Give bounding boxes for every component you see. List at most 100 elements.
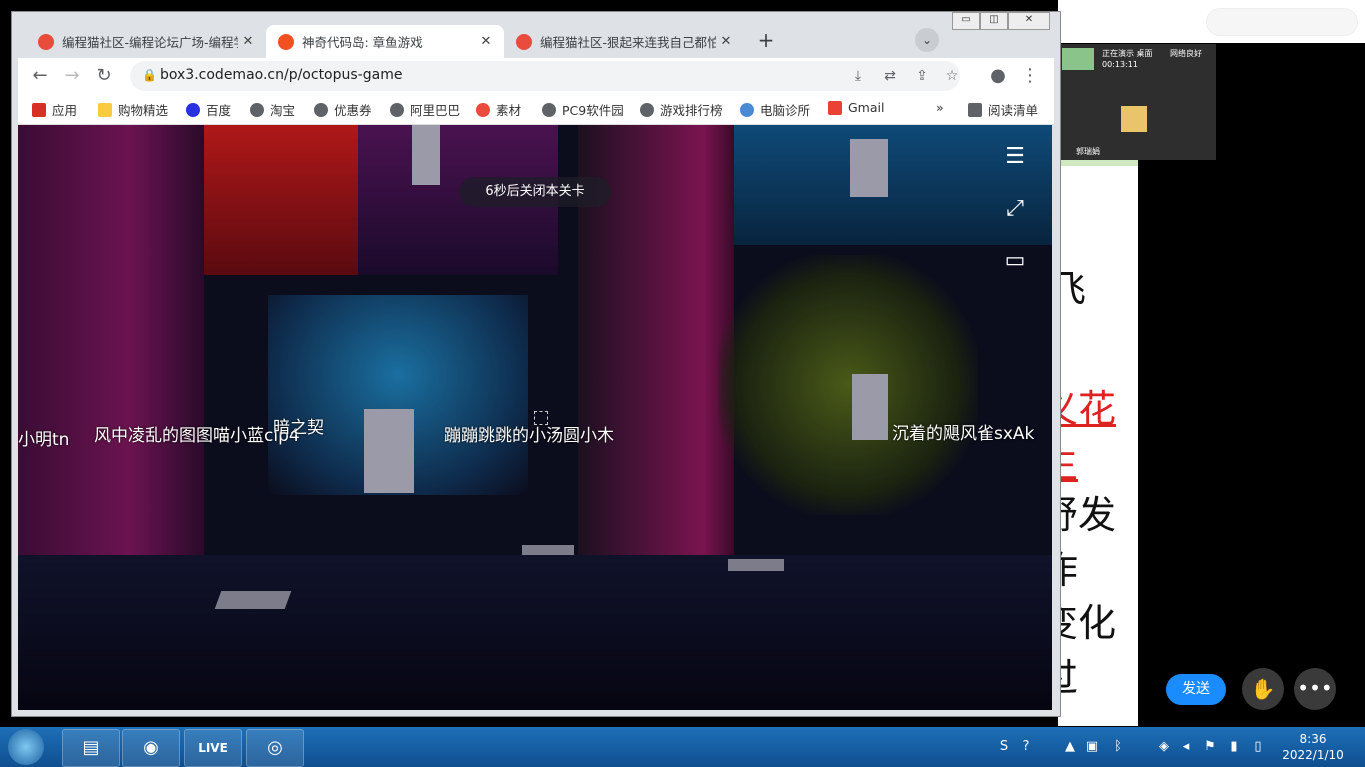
share-icon[interactable]: ⇪: [912, 66, 932, 86]
player-name: 暗之契: [273, 418, 324, 438]
new-tab-button[interactable]: +: [754, 29, 778, 53]
folder-icon: [98, 102, 112, 117]
forward-button[interactable]: →: [58, 62, 86, 90]
menu-icon[interactable]: ⋮: [1016, 62, 1044, 90]
sogou-icon[interactable]: S: [996, 739, 1012, 755]
presented-document: 飞 义花生 舒发作 变化过: [1040, 160, 1138, 726]
clock-date: 2022/1/10: [1282, 748, 1344, 762]
codemao-icon: [38, 33, 54, 50]
player-name: 沉着的飓风雀sxAk: [892, 424, 1035, 444]
presenter-name: 郭瑞娟: [1076, 147, 1100, 156]
player-name: 风中凌乱的图图喵小蓝clp4: [94, 426, 300, 446]
browser-toolbar: ← → ↻ 🔒 box3.codemao.cn/p/octopus-game ⤓…: [18, 58, 1054, 94]
wechat-icon[interactable]: ◉: [122, 729, 180, 767]
bookmark-taobao[interactable]: 淘宝: [250, 100, 295, 119]
scenery-floor-tile: [728, 559, 784, 571]
bookmark-pc9[interactable]: PC9软件园: [542, 100, 624, 119]
codemao-icon: [516, 33, 532, 50]
more-options-button[interactable]: •••: [1294, 668, 1336, 710]
tray-expand-icon[interactable]: ▲: [1062, 739, 1078, 755]
fullscreen-icon[interactable]: ⤢: [1001, 195, 1029, 223]
scenery-door: [850, 139, 888, 197]
security-icon[interactable]: ◈: [1156, 739, 1172, 755]
battery-icon[interactable]: ▯: [1250, 739, 1266, 755]
scenery-door: [364, 409, 414, 493]
gmail-icon: [828, 100, 842, 115]
tab-octopus-game[interactable]: 神奇代码岛: 章鱼游戏 ✕: [266, 25, 504, 58]
volume-icon[interactable]: ◂: [1178, 739, 1194, 755]
back-button[interactable]: ←: [26, 62, 54, 90]
bookmark-pc-clinic[interactable]: 电脑诊所: [740, 100, 810, 119]
globe-icon: [640, 102, 654, 117]
star-icon[interactable]: ☆: [942, 66, 962, 86]
clock-time: 8:36: [1299, 732, 1327, 746]
globe-icon: [390, 102, 404, 117]
scenery-door: [412, 125, 440, 185]
live-app-icon[interactable]: LIVE: [184, 729, 242, 767]
player-name: 蹦蹦跳跳的小汤圆小木: [444, 426, 614, 446]
globe-icon: [314, 102, 328, 117]
meeting-timer: 00:13:11: [1102, 60, 1138, 69]
bookmark-materials[interactable]: 素材: [476, 100, 521, 119]
chat-icon[interactable]: ▭: [1001, 247, 1029, 275]
globe-icon: [250, 102, 264, 117]
printer-icon[interactable]: ▣: [1084, 739, 1100, 755]
bookmark-shopping[interactable]: 购物精选: [98, 100, 168, 119]
scenery-floor-tile: [522, 545, 574, 555]
minimize-button[interactable]: ▭: [952, 12, 980, 30]
bookmarks-overflow-button[interactable]: »: [936, 100, 944, 115]
bluetooth-icon[interactable]: ᛒ: [1110, 739, 1126, 755]
level-close-toast: 6秒后关闭本关卡: [459, 177, 611, 207]
browser-window: 编程猫社区-编程论坛广场-编程学 ✕ 神奇代码岛: 章鱼游戏 ✕ 编程猫社区-狠…: [11, 11, 1061, 717]
explorer-icon[interactable]: ▤: [62, 729, 120, 767]
globe-icon: [542, 102, 556, 117]
install-icon[interactable]: ⤓: [848, 66, 868, 86]
scenery-floor: [18, 555, 1052, 710]
tab-codemao-post[interactable]: 编程猫社区-狠起来连我自己都怕 ✕: [504, 25, 744, 58]
help-icon[interactable]: ?: [1018, 739, 1034, 755]
bookmark-gmail[interactable]: Gmail: [828, 100, 884, 115]
tab-title: 编程猫社区-狠起来连我自己都怕: [540, 35, 716, 50]
flag-icon[interactable]: ⚑: [1202, 739, 1218, 755]
close-window-button[interactable]: ✕: [1008, 12, 1050, 30]
raise-hand-button[interactable]: ✋: [1242, 668, 1284, 710]
scenery-door: [852, 374, 888, 440]
close-tab-icon[interactable]: ✕: [716, 34, 736, 49]
meeting-toolbar-pill[interactable]: [1206, 8, 1358, 36]
system-clock[interactable]: 8:36 2022/1/10: [1278, 731, 1348, 763]
close-tab-icon[interactable]: ✕: [476, 34, 496, 49]
profile-icon[interactable]: ●: [984, 62, 1012, 90]
codemao-icon: [476, 102, 490, 117]
url-text[interactable]: box3.codemao.cn/p/octopus-game: [160, 67, 402, 83]
network-icon[interactable]: ▮: [1226, 739, 1242, 755]
baidu-icon: [186, 102, 200, 117]
start-button[interactable]: [8, 729, 44, 765]
bookmark-apps[interactable]: 应用: [32, 100, 77, 119]
reading-list-button[interactable]: 阅读清单: [968, 100, 1038, 119]
bookmark-alibaba[interactable]: 阿里巴巴: [390, 100, 460, 119]
bookmark-baidu[interactable]: 百度: [186, 100, 231, 119]
tab-codemao-forum[interactable]: 编程猫社区-编程论坛广场-编程学 ✕: [26, 25, 266, 58]
bookmarks-bar: 应用 购物精选 百度 淘宝 优惠券 阿里巴巴 素材 PC9软件园 游戏排行榜 电…: [18, 94, 1054, 125]
scenery-yellow-glow: [718, 255, 978, 515]
windows-taskbar: ▤ ◉ LIVE ◎ S ? ▲ ▣ ᛒ ◈ ◂ ⚑ ▮ ▯ 8:36 2022…: [0, 727, 1365, 767]
bookmark-coupons[interactable]: 优惠券: [314, 100, 372, 119]
reload-button[interactable]: ↻: [90, 62, 118, 90]
bookmark-game-ranking[interactable]: 游戏排行榜: [640, 100, 723, 119]
close-tab-icon[interactable]: ✕: [238, 34, 258, 49]
scenery-floor-tile: [214, 591, 292, 609]
player-name: 小明tn: [18, 430, 70, 450]
send-button[interactable]: 发送: [1166, 674, 1226, 705]
lock-icon[interactable]: 🔒: [142, 68, 157, 82]
game-viewport[interactable]: 小明tn 风中凌乱的图图喵小蓝clp4 暗之契 蹦蹦跳跳的小汤圆小木 沉着的飓风…: [18, 125, 1052, 710]
reading-list-icon: [968, 102, 982, 117]
chrome-icon[interactable]: ◎: [246, 729, 304, 767]
address-bar[interactable]: 🔒 box3.codemao.cn/p/octopus-game ⤓ ⇄ ⇪ ☆: [130, 61, 960, 91]
maximize-button[interactable]: ◫: [980, 12, 1008, 30]
presenting-status: 正在演示 桌面: [1102, 49, 1153, 58]
translate-icon[interactable]: ⇄: [880, 66, 900, 86]
meeting-top-bar: [1058, 0, 1365, 43]
clinic-icon: [740, 102, 754, 117]
menu-icon[interactable]: ☰: [1001, 143, 1029, 171]
tab-search-button[interactable]: ⌄: [915, 28, 939, 52]
